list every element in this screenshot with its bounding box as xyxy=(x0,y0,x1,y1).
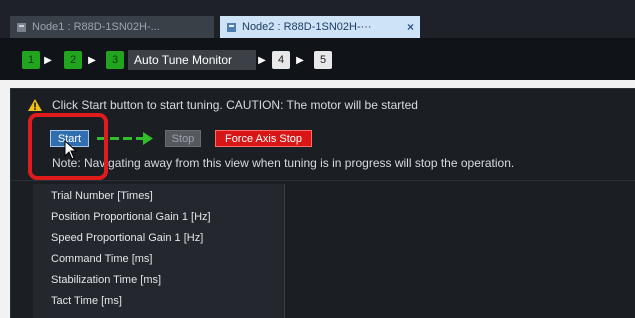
param-stabilization-time: Stabilization Time [ms] xyxy=(51,274,162,286)
param-tact-time: Tact Time [ms] xyxy=(51,295,122,307)
tab-node2-label: Node2 : R88D-1SN02H-··· xyxy=(242,21,372,33)
step-1[interactable]: 1 xyxy=(22,51,40,69)
warning-triangle-icon xyxy=(28,99,42,111)
chevron-right-icon: ▶ xyxy=(88,54,96,66)
step-current-label: Auto Tune Monitor xyxy=(128,50,256,70)
caution-message: Click Start button to start tuning. CAUT… xyxy=(28,98,418,112)
divider xyxy=(10,180,635,181)
tab-node1-label: Node1 : R88D-1SN02H-... xyxy=(32,21,160,33)
step-4[interactable]: 4 xyxy=(272,51,290,69)
close-icon[interactable]: × xyxy=(407,20,414,34)
step-3[interactable]: 3 xyxy=(106,51,124,69)
chevron-right-icon: ▶ xyxy=(44,54,52,66)
param-position-gain: Position Proportional Gain 1 [Hz] xyxy=(51,211,211,223)
stop-button[interactable]: Stop xyxy=(165,130,201,147)
parameter-list: Trial Number [Times] Position Proportion… xyxy=(33,184,285,318)
chevron-right-icon: ▶ xyxy=(258,54,266,66)
navigation-note: Note: Navigating away from this view whe… xyxy=(52,156,515,170)
param-command-time: Command Time [ms] xyxy=(51,253,153,265)
tab-node2[interactable]: Node2 : R88D-1SN02H-··· × xyxy=(220,16,420,38)
app-window: Node1 : R88D-1SN02H-... Node2 : R88D-1SN… xyxy=(0,0,635,318)
dashed-arrow-icon xyxy=(97,132,153,145)
caution-text: Click Start button to start tuning. CAUT… xyxy=(52,98,418,112)
tab-node1[interactable]: Node1 : R88D-1SN02H-... xyxy=(10,16,214,38)
force-axis-stop-button[interactable]: Force Axis Stop xyxy=(215,130,312,147)
step-bar: 1 ▶ 2 ▶ 3 Auto Tune Monitor ▶ 4 ▶ 5 xyxy=(0,38,635,80)
mouse-pointer-icon xyxy=(64,140,78,160)
chevron-right-icon: ▶ xyxy=(296,54,304,66)
step-2[interactable]: 2 xyxy=(64,51,82,69)
values-area xyxy=(286,184,635,318)
device-icon xyxy=(17,22,26,32)
param-speed-gain: Speed Proportional Gain 1 [Hz] xyxy=(51,232,204,244)
device-icon xyxy=(227,22,236,32)
step-5[interactable]: 5 xyxy=(314,51,332,69)
tab-strip: Node1 : R88D-1SN02H-... Node2 : R88D-1SN… xyxy=(0,0,635,38)
param-trial-number: Trial Number [Times] xyxy=(51,190,153,202)
